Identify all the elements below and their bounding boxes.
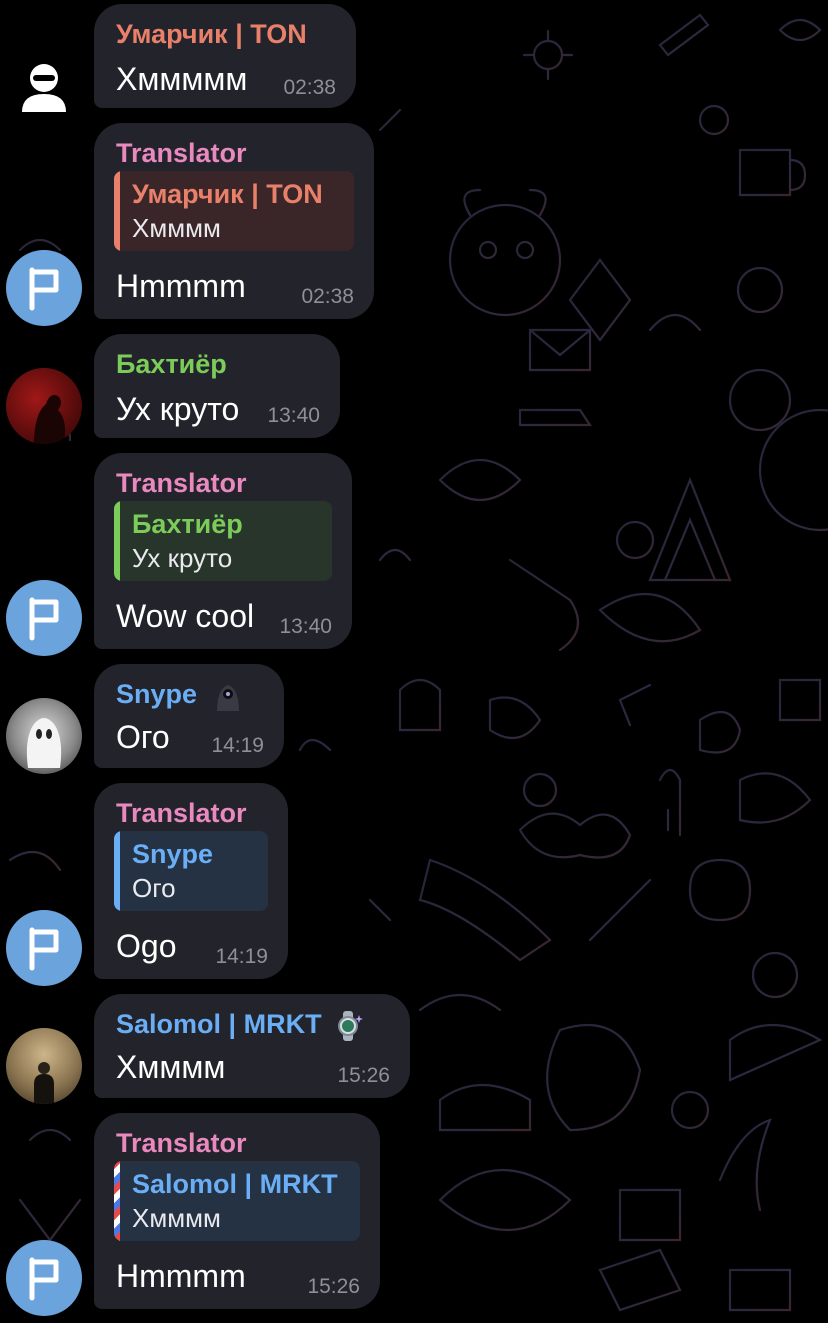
sender-name[interactable]: Translator [116,137,247,169]
reply-text: Ух круто [132,543,233,573]
sender-name[interactable]: Бахтиёр [116,348,227,380]
message-bubble[interactable]: Бахтиёр Ух круто 13:40 [94,334,340,438]
message-bubble[interactable]: Translator Умарчик | TON Хмммм Hmmmm 02:… [94,123,374,319]
avatar-salomol[interactable] [6,1028,82,1104]
sender-name-text: Salomol | MRKT [116,1009,322,1039]
message-bubble[interactable]: Translator Бахтиёр Ух круто Wow cool 13:… [94,453,352,649]
reply-bar [114,831,120,911]
reply-sender: Salomol | MRKT [132,1169,338,1199]
reply-sender: Snype [132,839,214,869]
message-time: 15:26 [337,1064,390,1087]
avatar-translator[interactable] [6,250,82,326]
message-text: Хммммм [116,61,248,97]
reply-quote[interactable]: Умарчик | TON Хмммм [114,171,354,251]
sender-name[interactable]: Snype [116,678,245,713]
message-text: Ух круто [116,391,240,427]
message-bubble[interactable]: Умарчик | TON Хммммм 02:38 [94,4,356,108]
avatar-translator[interactable] [6,580,82,656]
message-time: 02:38 [283,76,336,99]
avatar-umarchik[interactable] [6,50,82,126]
message-bubble[interactable]: Salomol | MRKT Хмммм 15:26 [94,994,410,1098]
reply-bar [114,1161,120,1241]
watch-icon [338,1010,364,1041]
sender-name[interactable]: Salomol | MRKT [116,1008,365,1043]
avatar-bakhtiyor[interactable] [6,368,82,444]
reply-quote[interactable]: Бахтиёр Ух круто [114,501,332,581]
sender-name[interactable]: Translator [116,797,247,829]
message-time: 13:40 [279,615,332,638]
profile-photo [34,395,66,444]
message-time: 02:38 [301,285,354,308]
message-bubble[interactable]: Translator Salomol | MRKT Хмммм Hmmmm 15… [94,1113,380,1309]
message-bubble[interactable]: Translator Snype Ого Ogo 14:19 [94,783,288,979]
anonymous-user-icon [22,64,66,112]
avatar-snype[interactable] [6,698,82,774]
avatar-translator[interactable] [6,910,82,986]
sender-name[interactable]: Translator [116,467,247,499]
reply-bar [114,171,120,251]
flag-icon [29,597,59,641]
message-time: 13:40 [267,404,320,427]
ghost-photo [26,718,62,768]
message-bubble[interactable]: Snype Ого 14:19 [94,664,284,768]
reply-text: Ого [132,873,176,903]
sender-name-text: Snype [116,679,198,709]
reply-quote[interactable]: Salomol | MRKT Хмммм [114,1161,360,1241]
message-text: Хмммм [116,1049,226,1085]
sender-name[interactable]: Умарчик | TON [116,18,307,50]
message-text: Hmmmm [116,268,246,304]
message-time: 14:19 [215,945,268,968]
message-text: Ого [116,719,170,755]
flag-icon [29,1257,59,1301]
hooded-figure-icon [216,684,239,711]
avatar-translator[interactable] [6,1240,82,1316]
flag-icon [29,267,59,311]
reply-quote[interactable]: Snype Ого [114,831,268,911]
message-time: 14:19 [211,734,264,757]
message-text: Ogo [116,928,177,964]
sender-name[interactable]: Translator [116,1127,247,1159]
reply-text: Хмммм [132,1203,221,1233]
profile-photo [34,1062,54,1104]
flag-icon [29,927,59,971]
reply-bar [114,501,120,581]
reply-text: Хмммм [132,213,221,243]
reply-sender: Умарчик | TON [132,179,323,209]
message-time: 15:26 [307,1275,360,1298]
reply-sender: Бахтиёр [132,509,243,539]
message-text: Wow cool [116,598,255,634]
message-text: Hmmmm [116,1258,246,1294]
